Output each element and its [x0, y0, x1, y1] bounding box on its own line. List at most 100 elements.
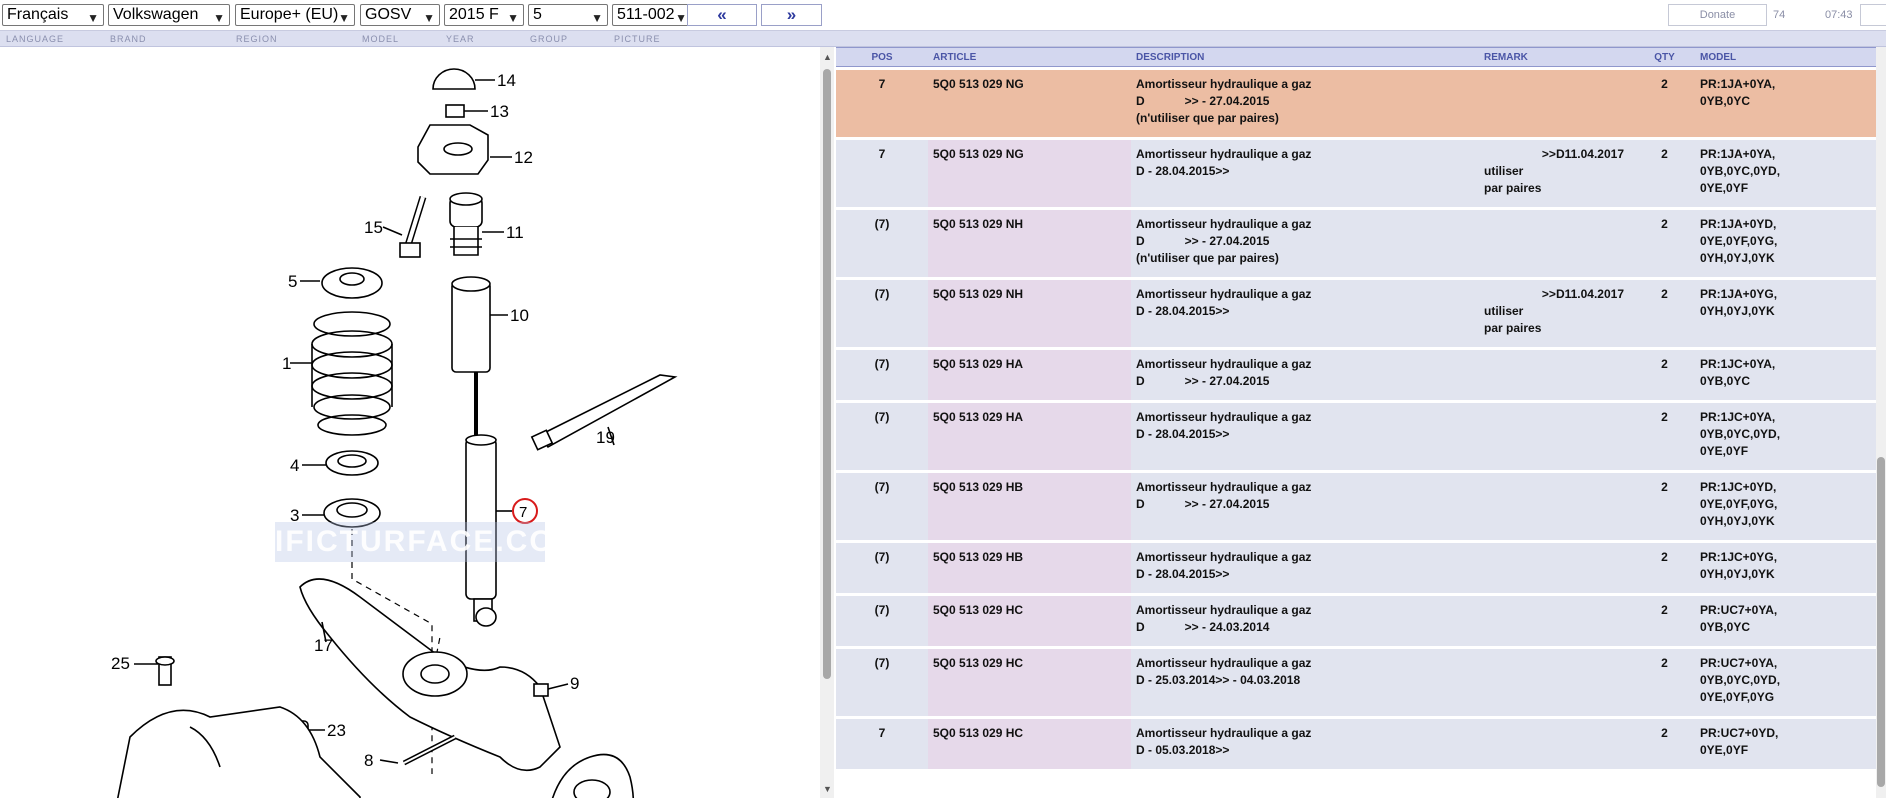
table-row[interactable]: 7 5Q0 513 029 HC Amortisseur hydraulique a… [836, 719, 1880, 769]
table-row[interactable]: 7 5Q0 513 029 NG Amortisseur hydraulique a… [836, 140, 1880, 207]
cell-text-line: Amortisseur hydraulique a gaz [1136, 287, 1312, 301]
cell-text-line: Amortisseur hydraulique a gaz [1136, 603, 1312, 617]
model-cell: PR:UC7+0YA, 0YB,0YC,0YD, 0YE,0YF,0YG [1695, 649, 1880, 716]
cell-text-line: PR:1JA+0YG, [1700, 287, 1778, 301]
region-select-value: Europe+ (EU) [240, 6, 339, 23]
cell-text-line: 0YE,0YF [1700, 444, 1749, 458]
cell-text-line: >>D11.04.2017 [1541, 147, 1624, 161]
description-cell: Amortisseur hydraulique a gaz D >> - 27.0… [1131, 210, 1479, 277]
brand-select[interactable]: Volkswagen ▼ [108, 4, 230, 26]
edge-button[interactable] [1860, 4, 1886, 26]
scroll-up-icon[interactable]: ▲ [823, 52, 832, 62]
callout-23[interactable]: 23 [327, 721, 346, 740]
picture-select[interactable]: 511-002 ▼ [612, 4, 692, 26]
callout-15[interactable]: 15 [364, 218, 383, 237]
region-select[interactable]: Europe+ (EU) ▼ [235, 4, 355, 26]
callout-8[interactable]: 8 [364, 751, 373, 770]
remark-cell: >>D11.04.2017 utiliser par paires [1479, 280, 1634, 347]
scrollbar-thumb[interactable] [1877, 457, 1885, 787]
table-row[interactable]: (7) 5Q0 513 029 HC Amortisseur hydraulique… [836, 596, 1880, 646]
cell-text-line: PR:1JC+0YD, [1700, 480, 1777, 494]
table-row[interactable]: (7) 5Q0 513 029 HB Amortisseur hydraulique… [836, 543, 1880, 593]
cell-text-line: Amortisseur hydraulique a gaz [1136, 147, 1312, 161]
table-row[interactable]: 7 5Q0 513 029 NG Amortisseur hydraulique a… [836, 70, 1880, 137]
cell-text-line: PR:1JC+0YG, [1700, 550, 1778, 564]
next-picture-button[interactable]: » [761, 4, 822, 26]
cell-text-line: D >> - 27.04.2015 [1136, 94, 1270, 108]
cell-text-line: 0YH,0YJ,0YK [1700, 304, 1775, 318]
remark-cell [1479, 649, 1634, 716]
header-model[interactable]: MODEL [1695, 47, 1880, 67]
pos-cell: 7 [836, 70, 928, 137]
header-remark[interactable]: REMARK [1479, 47, 1634, 67]
model-select-value: GOSV [365, 6, 412, 23]
header-article[interactable]: ARTICLE [928, 47, 1131, 67]
callout-14[interactable]: 14 [497, 71, 516, 90]
cell-text-line: 0YE,0YF,0YG [1700, 690, 1775, 704]
pos-cell: (7) [836, 210, 928, 277]
qty-cell: 2 [1634, 70, 1695, 137]
cell-text-line: 0YE,0YF,0YG, [1700, 497, 1778, 511]
year-select[interactable]: 2015 F ▼ [444, 4, 524, 26]
table-row[interactable]: (7) 5Q0 513 029 NH Amortisseur hydraulique… [836, 280, 1880, 347]
description-cell: Amortisseur hydraulique a gaz D - 28.04.2… [1131, 543, 1479, 593]
table-row[interactable]: (7) 5Q0 513 029 HA Amortisseur hydraulique… [836, 403, 1880, 470]
table-row[interactable]: (7) 5Q0 513 029 HB Amortisseur hydraulique… [836, 473, 1880, 540]
callout-19[interactable]: 19 [596, 428, 615, 447]
language-select[interactable]: Français ▼ [2, 4, 104, 26]
pos-cell: (7) [836, 403, 928, 470]
clock-text: 07:43 [1825, 9, 1853, 21]
table-row[interactable]: (7) 5Q0 513 029 HA Amortisseur hydraulique… [836, 350, 1880, 400]
donate-button[interactable]: Donate [1668, 4, 1767, 26]
model-cell: PR:1JC+0YD, 0YE,0YF,0YG, 0YH,0YJ,0YK [1695, 473, 1880, 540]
cell-text-line: 0YH,0YJ,0YK [1700, 514, 1775, 528]
callout-9[interactable]: 9 [570, 674, 579, 693]
table-scrollbar[interactable] [1876, 47, 1886, 798]
callout-12[interactable]: 12 [514, 148, 533, 167]
cell-text-line: utiliser [1484, 304, 1524, 318]
pos-cell: (7) [836, 280, 928, 347]
model-select[interactable]: GOSV ▼ [360, 4, 440, 26]
scroll-down-icon[interactable]: ▼ [823, 784, 832, 794]
model-cell: PR:1JA+0YG, 0YH,0YJ,0YK [1695, 280, 1880, 347]
header-pos[interactable]: POS [836, 47, 928, 67]
callout-11[interactable]: 11 [506, 223, 524, 242]
callout-13[interactable]: 13 [490, 102, 509, 121]
cell-text-line: par paires [1484, 321, 1542, 335]
cell-text-line: Amortisseur hydraulique a gaz [1136, 410, 1312, 424]
callout-25[interactable]: 25 [111, 654, 130, 673]
counter-text: 74 [1773, 9, 1786, 21]
callout-10[interactable]: 10 [510, 306, 529, 325]
chevron-down-icon: ▼ [507, 11, 519, 25]
language-select-value: Français [7, 6, 69, 23]
pos-cell: 7 [836, 140, 928, 207]
callout-4[interactable]: 4 [290, 456, 299, 475]
article-cell: 5Q0 513 029 HA [928, 403, 1131, 470]
parts-diagram[interactable]: 14 13 12 15 11 5 10 1 19 4 7 3 17 25 9 2… [0, 47, 820, 798]
cell-text-line: 0YE,0YF [1700, 181, 1749, 195]
callout-1[interactable]: 1 [282, 354, 291, 373]
pos-cell: (7) [836, 350, 928, 400]
cell-text-line: D - 28.04.2015>> [1136, 304, 1230, 318]
header-description[interactable]: DESCRIPTION [1131, 47, 1479, 67]
callout-5[interactable]: 5 [288, 272, 297, 291]
qty-cell: 2 [1634, 649, 1695, 716]
remark-cell [1479, 596, 1634, 646]
parts-table: POS ARTICLE DESCRIPTION REMARK QTY MODEL… [836, 47, 1880, 772]
cell-text-line: PR:1JC+0YA, [1700, 410, 1776, 424]
article-cell: 5Q0 513 029 HB [928, 473, 1131, 540]
remark-cell [1479, 473, 1634, 540]
table-row[interactable]: (7) 5Q0 513 029 HC Amortisseur hydraulique… [836, 649, 1880, 716]
scrollbar-thumb[interactable] [823, 69, 831, 679]
table-row[interactable]: (7) 5Q0 513 029 NH Amortisseur hydraulique… [836, 210, 1880, 277]
header-qty[interactable]: QTY [1634, 47, 1695, 67]
callout-7[interactable]: 7 [519, 504, 527, 521]
model-cell: PR:1JC+0YA, 0YB,0YC,0YD, 0YE,0YF [1695, 403, 1880, 470]
cell-text-line: 0YE,0YF [1700, 743, 1749, 757]
group-select[interactable]: 5 ▼ [528, 4, 608, 26]
previous-picture-button[interactable]: « [687, 4, 757, 26]
callout-17[interactable]: 17 [314, 636, 333, 655]
diagram-scrollbar[interactable]: ▲ ▼ [820, 47, 834, 798]
brand-select-value: Volkswagen [113, 6, 199, 23]
remark-cell [1479, 543, 1634, 593]
